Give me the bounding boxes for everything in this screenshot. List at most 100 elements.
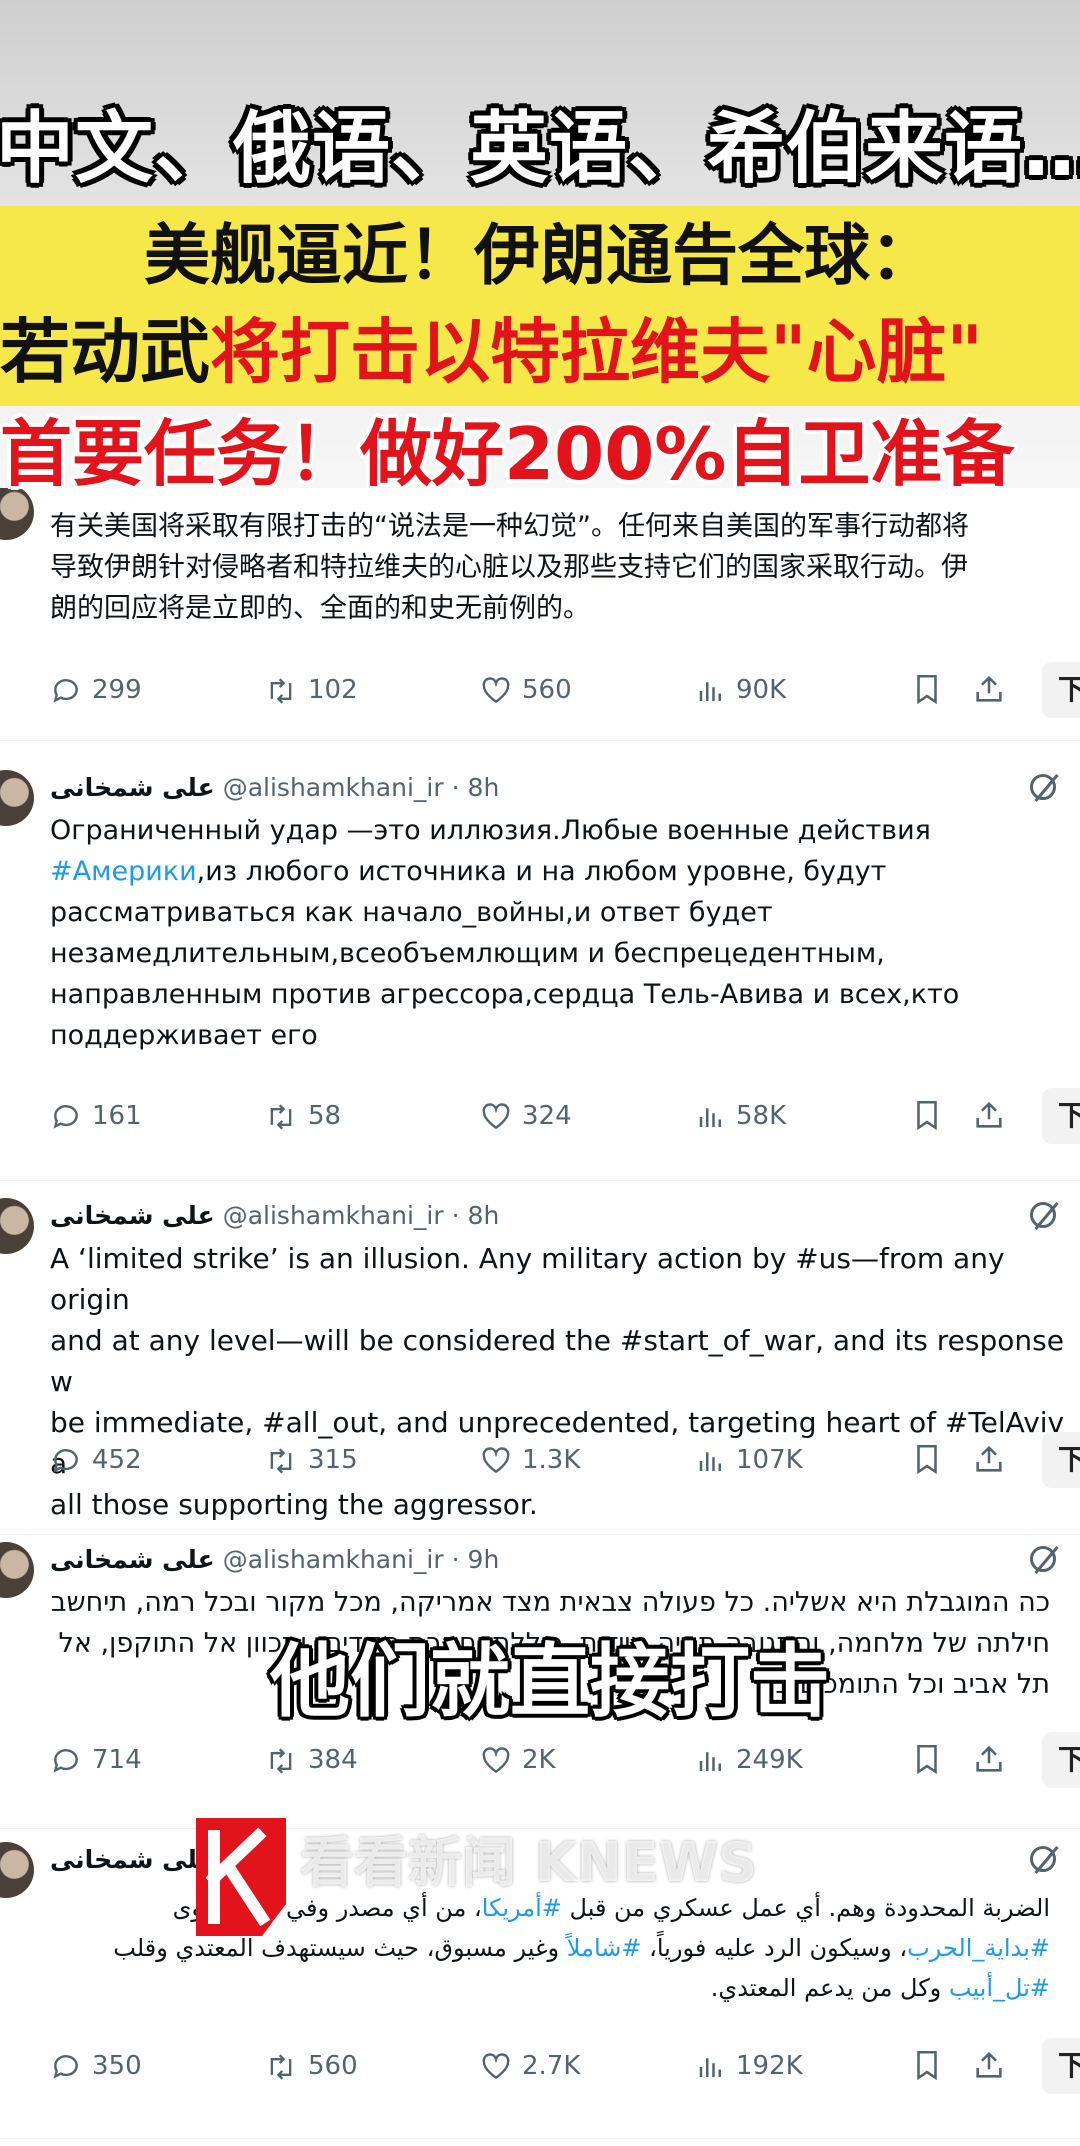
repost-icon xyxy=(264,1094,308,1138)
reply-button[interactable]: 299 xyxy=(50,668,142,712)
views-icon xyxy=(696,668,736,712)
grok-icon[interactable] xyxy=(1030,1846,1056,1872)
hashtag-link[interactable]: #Америки xyxy=(50,856,197,887)
repost-button[interactable]: 315 xyxy=(264,1438,358,1482)
repost-count: 315 xyxy=(308,1445,358,1475)
grok-icon[interactable] xyxy=(1030,1546,1056,1572)
like-count: 1.3K xyxy=(522,1445,581,1475)
like-icon xyxy=(480,1738,522,1782)
tweet-author: علی شمخانی @alishamkhani_ir · 9h xyxy=(50,1540,499,1580)
like-button[interactable]: 560 xyxy=(480,668,572,712)
repost-count: 384 xyxy=(308,1745,358,1775)
repost-count: 58 xyxy=(308,1101,342,1131)
like-icon xyxy=(480,2044,522,2088)
reply-icon xyxy=(50,1438,92,1482)
translate-button[interactable]: 下 xyxy=(1042,1088,1080,1144)
translate-button[interactable]: 下 xyxy=(1042,2038,1080,2094)
reply-button[interactable]: 350 xyxy=(50,2044,142,2088)
repost-icon xyxy=(264,1738,308,1782)
reply-count: 299 xyxy=(92,675,142,705)
share-icon[interactable] xyxy=(972,1098,1006,1132)
avatar[interactable] xyxy=(0,770,34,826)
hashtag-link[interactable]: #أمريكا xyxy=(482,1894,562,1922)
tweet-text: Ограниченный удар —это иллюзия.Любые вое… xyxy=(50,810,1080,1056)
views-count: 249K xyxy=(736,1745,803,1775)
share-icon[interactable] xyxy=(972,672,1006,706)
headline-overlay: 中文、俄语、英语、希伯来语… 美舰逼近！伊朗通告全球： 若动武将打击以特拉维夫"… xyxy=(0,0,1080,496)
tweet-russian[interactable]: علی شمخانی @alishamkhani_ir · 8h Ограничен… xyxy=(0,760,1080,1181)
headline-threat-black: 若动武 xyxy=(0,311,210,393)
share-icon[interactable] xyxy=(972,1742,1006,1776)
share-icon[interactable] xyxy=(972,2048,1006,2082)
views-button[interactable]: 58K xyxy=(696,1094,786,1138)
repost-button[interactable]: 58 xyxy=(264,1094,341,1138)
like-icon xyxy=(480,1438,522,1482)
like-count: 2.7K xyxy=(522,2051,581,2081)
knews-logo-icon xyxy=(196,1818,286,1936)
translate-button[interactable]: 下 xyxy=(1042,1432,1080,1488)
views-button[interactable]: 90K xyxy=(696,668,786,712)
tweet-time: · 8h xyxy=(451,773,500,802)
tweet-english[interactable]: علی شمخانی @alishamkhani_ir · 8h A ‘limite… xyxy=(0,1194,1080,1535)
repost-button[interactable]: 102 xyxy=(264,668,358,712)
tweet-actions: 350 560 2.7K 192K 下 xyxy=(0,2038,1080,2094)
translate-button[interactable]: 下 xyxy=(1042,662,1080,718)
reply-icon xyxy=(50,1094,92,1138)
repost-icon xyxy=(264,668,308,712)
bookmark-icon[interactable] xyxy=(910,2048,944,2082)
share-icon[interactable] xyxy=(972,1442,1006,1476)
hashtag-link[interactable]: #بداية_الحرب xyxy=(907,1934,1050,1962)
headline-threat-red: 将打击以特拉维夫"心脏" xyxy=(210,311,983,393)
views-icon xyxy=(696,1094,736,1138)
author-name[interactable]: علی شمخانی xyxy=(50,1545,215,1574)
like-button[interactable]: 1.3K xyxy=(480,1438,580,1482)
reply-count: 452 xyxy=(92,1445,142,1475)
reply-button[interactable]: 161 xyxy=(50,1094,142,1138)
headline-threat: 若动武将打击以特拉维夫"心脏" xyxy=(0,300,1080,404)
views-count: 107K xyxy=(736,1445,803,1475)
text-part: وغير مسبوق، حيث سيستهدف المعتدي وقلب xyxy=(113,1934,560,1962)
watermark: 看看新闻 KNEWS xyxy=(300,1831,758,1894)
views-icon xyxy=(696,1438,736,1482)
like-button[interactable]: 2K xyxy=(480,1738,556,1782)
reply-icon xyxy=(50,668,92,712)
reply-button[interactable]: 452 xyxy=(50,1438,142,1482)
views-button[interactable]: 192K xyxy=(696,2044,803,2088)
headline-priority: 首要任务！做好200%自卫准备 xyxy=(0,412,1015,496)
like-button[interactable]: 324 xyxy=(480,1094,572,1138)
translate-button[interactable]: 下 xyxy=(1042,1732,1080,1788)
tweet-author: علی شمخانی @alishamkhani_ir · 8h xyxy=(50,1196,499,1236)
grok-icon[interactable] xyxy=(1030,1202,1056,1228)
bookmark-icon[interactable] xyxy=(910,1442,944,1476)
tweet-actions: 299 102 560 90K 下 xyxy=(0,662,1080,718)
author-name[interactable]: علی شمخانی xyxy=(50,1845,215,1874)
hashtag-link[interactable]: #شاملاً xyxy=(567,1934,642,1962)
views-count: 58K xyxy=(736,1101,787,1131)
avatar[interactable] xyxy=(0,1198,34,1254)
bookmark-icon[interactable] xyxy=(910,1098,944,1132)
author-handle[interactable]: @alishamkhani_ir xyxy=(223,1201,444,1230)
repost-button[interactable]: 384 xyxy=(264,1738,358,1782)
author-name[interactable]: علی شمخانی xyxy=(50,1201,215,1230)
author-name[interactable]: علی شمخانی xyxy=(50,773,215,802)
like-button[interactable]: 2.7K xyxy=(480,2044,580,2088)
author-handle[interactable]: @alishamkhani_ir xyxy=(223,773,444,802)
grok-icon[interactable] xyxy=(1030,774,1056,800)
bookmark-icon[interactable] xyxy=(910,672,944,706)
text-part: الضربة المحدودة وهم. أي عمل عسكري من قبل xyxy=(561,1894,1050,1922)
reply-button[interactable]: 714 xyxy=(50,1738,142,1782)
tweet-time: · 8h xyxy=(451,1201,500,1230)
author-handle[interactable]: @alishamkhani_ir xyxy=(223,1545,444,1574)
tweet-actions: 714 384 2K 249K 下 xyxy=(0,1732,1080,1788)
views-button[interactable]: 107K xyxy=(696,1438,803,1482)
views-button[interactable]: 249K xyxy=(696,1738,803,1782)
repost-button[interactable]: 560 xyxy=(264,2044,358,2088)
hashtag-link[interactable]: #تل_أبيب xyxy=(949,1974,1050,2002)
like-count: 2K xyxy=(522,1745,556,1775)
text-part: وكل من يدعم المعتدي. xyxy=(710,1974,949,2002)
bookmark-icon[interactable] xyxy=(910,1742,944,1776)
headline-languages: 中文、俄语、英语、希伯来语… xyxy=(0,104,1080,194)
tweet-actions: 452 315 1.3K 107K 下 xyxy=(0,1432,1080,1488)
text-part: Ограниченный удар —это иллюзия.Любые вое… xyxy=(50,815,931,846)
headline-main: 美舰逼近！伊朗通告全球： xyxy=(144,217,936,294)
